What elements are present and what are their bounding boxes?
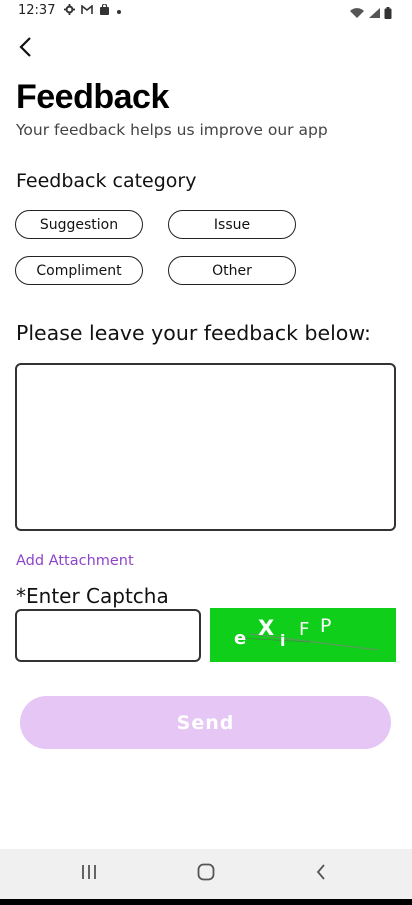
back-button[interactable]: [10, 34, 40, 64]
category-chip-issue[interactable]: Issue: [168, 210, 296, 239]
category-heading: Feedback category: [16, 170, 197, 192]
signal-icon: [368, 4, 381, 23]
nav-home-button[interactable]: [186, 861, 226, 887]
feedback-textarea[interactable]: [15, 363, 396, 531]
home-icon: [197, 863, 215, 885]
wifi-icon: [349, 4, 365, 23]
captcha-char: i: [280, 631, 285, 650]
notification-icons: [64, 3, 122, 19]
status-bar: 12:37: [0, 0, 412, 24]
feedback-heading: Please leave your feedback below:: [16, 321, 371, 345]
chevron-left-icon: [18, 36, 32, 62]
category-chip-compliment[interactable]: Compliment: [15, 256, 143, 285]
back-icon: [315, 863, 327, 885]
captcha-char: e: [234, 628, 246, 649]
category-chip-other[interactable]: Other: [168, 256, 296, 285]
captcha-char: P: [320, 615, 331, 637]
navigation-bar: [0, 849, 412, 899]
category-chip-suggestion[interactable]: Suggestion: [15, 210, 143, 239]
recents-icon: [80, 864, 98, 884]
bottom-edge: [0, 899, 412, 905]
status-time: 12:37: [18, 3, 56, 18]
captcha-label: *Enter Captcha: [16, 584, 169, 608]
page-title: Feedback: [16, 78, 169, 116]
system-icons: [349, 4, 392, 23]
battery-icon: [384, 4, 392, 23]
nav-recents-button[interactable]: [69, 861, 109, 887]
captcha-char: X: [258, 616, 274, 640]
add-attachment-link[interactable]: Add Attachment: [16, 553, 134, 569]
gmail-icon: [81, 3, 93, 19]
captcha-image: e X i F P: [210, 608, 396, 662]
gear-icon: [64, 4, 75, 19]
captcha-input[interactable]: [15, 609, 201, 662]
page-subtitle: Your feedback helps us improve our app: [16, 121, 328, 139]
shopping-bag-icon: [99, 3, 110, 19]
nav-back-button[interactable]: [301, 861, 341, 887]
dot-icon: [116, 5, 122, 19]
captcha-char: F: [299, 619, 309, 640]
send-button[interactable]: Send: [20, 696, 391, 749]
